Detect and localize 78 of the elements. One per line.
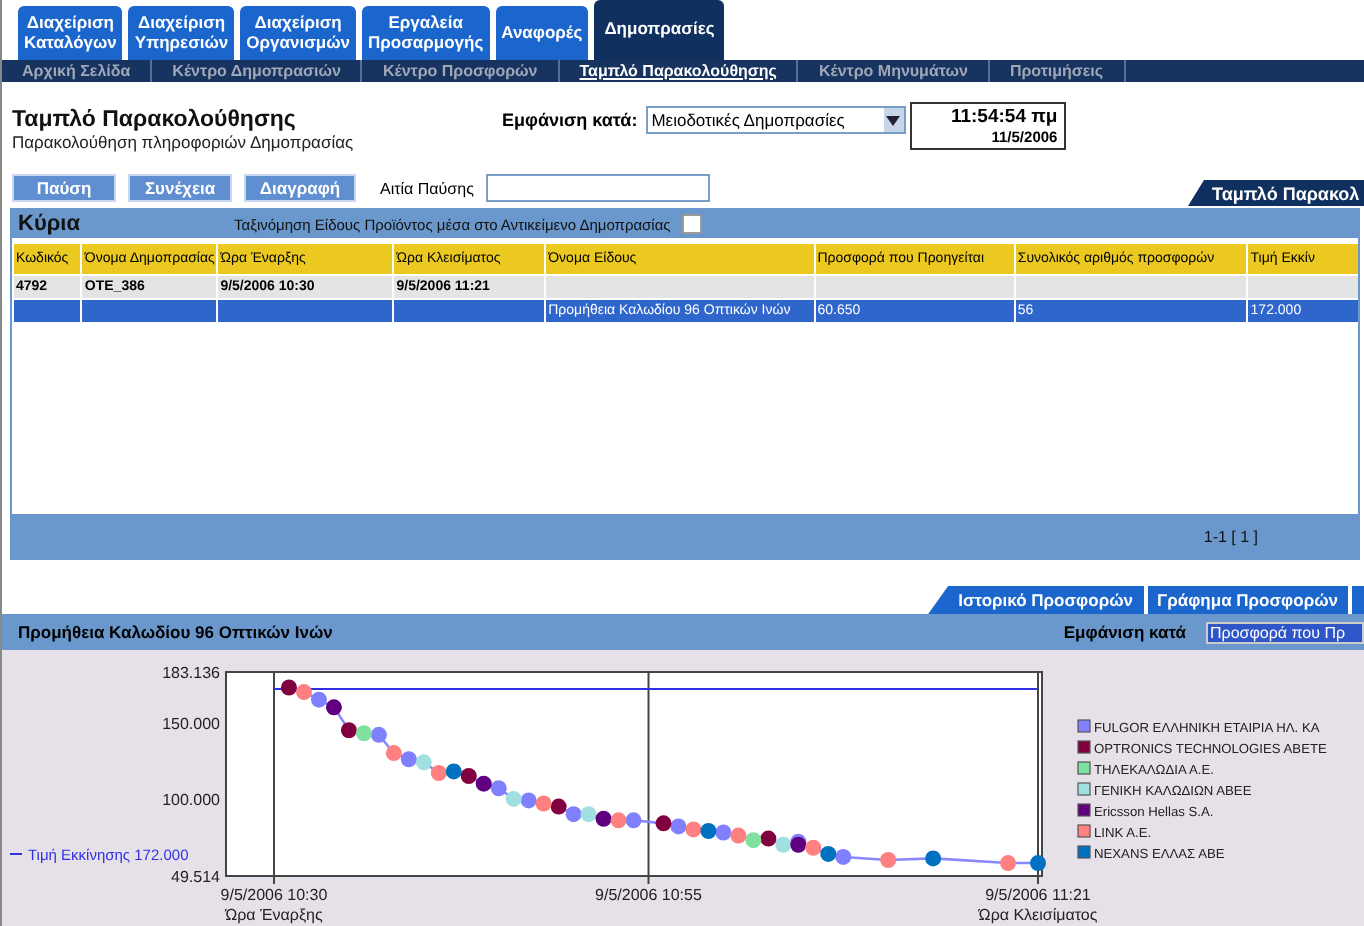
data-point — [805, 839, 822, 856]
item-title: Προμήθεια Καλωδίου 96 Οπτικών Ινών — [18, 622, 335, 642]
data-point — [715, 824, 732, 841]
data-point — [655, 815, 672, 832]
data-point — [610, 812, 627, 829]
data-point — [310, 691, 327, 708]
pause-reason-label: Αιτία Παύσης — [380, 179, 474, 197]
data-point — [325, 699, 342, 716]
data-point — [370, 726, 387, 743]
x-tick-label: 9/5/2006 10:55 — [595, 886, 702, 904]
axis-caption: Ώρα Κλεισίματος — [978, 906, 1098, 924]
page-title: Ταμπλό Παρακολούθησης — [12, 108, 298, 132]
nav-tab[interactable]: Αναφορές — [495, 6, 589, 60]
x-tick-label: 9/5/2006 10:30 — [220, 886, 328, 904]
nav-tab[interactable]: Εργαλεία Προσαρμογής — [362, 6, 490, 60]
data-point — [340, 722, 357, 739]
action-button[interactable]: Παύση — [12, 174, 116, 202]
sub-nav-link[interactable]: Ταμπλό Παρακολούθησης — [559, 60, 799, 82]
data-point — [820, 845, 837, 862]
data-point — [580, 806, 597, 823]
view-select[interactable]: Προσφορά που Πρ — [1206, 621, 1364, 643]
panel-title: Κύρια — [18, 212, 82, 236]
data-point — [400, 751, 417, 768]
data-point — [1000, 855, 1017, 872]
data-point — [670, 818, 687, 835]
view-label: Εμφάνιση κατά: — [502, 110, 638, 130]
action-button[interactable]: Συνέχεια — [128, 174, 232, 202]
data-point — [445, 763, 462, 780]
action-button[interactable]: Διαγραφή — [244, 174, 356, 202]
data-point — [775, 836, 792, 853]
pause-reason-field[interactable] — [485, 174, 710, 202]
data-point — [595, 810, 612, 827]
dropdown-icon — [883, 108, 904, 132]
data-point — [1030, 855, 1046, 872]
page-subtitle: Παρακολούθηση πληροφοριών Δημοπρασίας — [12, 132, 356, 152]
view-select[interactable]: Μειοδοτικές Δημοπρασίες — [645, 106, 906, 134]
data-point — [295, 684, 312, 701]
sort-checkbox[interactable] — [682, 214, 703, 234]
axis-caption: Ώρα Έναρξης — [225, 906, 323, 924]
data-point — [730, 827, 747, 844]
y-tick-label: 150.000 — [162, 714, 220, 733]
nav-tab[interactable]: Διαχείριση Καταλόγων — [18, 6, 123, 60]
data-point — [925, 850, 942, 867]
nav-tab[interactable]: Διαχείριση Οργανισμών — [240, 6, 356, 60]
data-point — [535, 795, 552, 812]
sub-nav-link[interactable]: Κέντρο Προσφορών — [362, 60, 560, 82]
data-point — [475, 775, 492, 792]
detail-tab[interactable]: Γράφημα Προσφορών — [1147, 586, 1348, 614]
data-point — [625, 812, 642, 829]
data-point — [880, 852, 897, 868]
y-tick-label: 183.136 — [162, 664, 220, 682]
data-point — [835, 848, 852, 865]
sub-nav-link[interactable]: Προτιμήσεις — [989, 60, 1126, 82]
data-point — [505, 790, 522, 807]
data-point — [355, 725, 372, 742]
y-tick-label: 49.514 — [171, 868, 220, 886]
view-label: Εμφάνιση κατά — [1063, 622, 1186, 642]
data-point — [685, 821, 702, 838]
x-tick-label: 9/5/2006 11:21 — [985, 886, 1091, 904]
nav-tab[interactable]: Δημοπρασίες — [594, 0, 725, 60]
data-point — [745, 832, 762, 849]
data-point — [520, 792, 537, 809]
sub-nav-link[interactable]: Κέντρο Μηνυμάτων — [798, 60, 990, 82]
data-point — [415, 754, 432, 771]
data-point — [550, 798, 567, 815]
data-point — [760, 830, 777, 847]
data-point — [430, 764, 447, 781]
y-tick-label: 100.000 — [162, 790, 220, 809]
sub-nav-link[interactable]: Αρχική Σελίδα — [2, 60, 153, 82]
nav-tab[interactable]: Διαχείριση Υπηρεσιών — [128, 6, 235, 60]
detail-tab[interactable]: Ιστορικό Προσφορών — [948, 586, 1143, 614]
data-point — [565, 806, 582, 823]
data-point — [490, 780, 507, 797]
clock-time: 11:54:54 πμ — [950, 106, 1058, 128]
sub-nav-link[interactable]: Κέντρο Δημοπρασιών — [152, 60, 363, 82]
pager-text[interactable]: 1-1 [ 1 ] — [1203, 527, 1258, 545]
data-point — [385, 745, 402, 762]
panel-tab[interactable]: Ταμπλό Παρακολ — [1188, 180, 1364, 206]
